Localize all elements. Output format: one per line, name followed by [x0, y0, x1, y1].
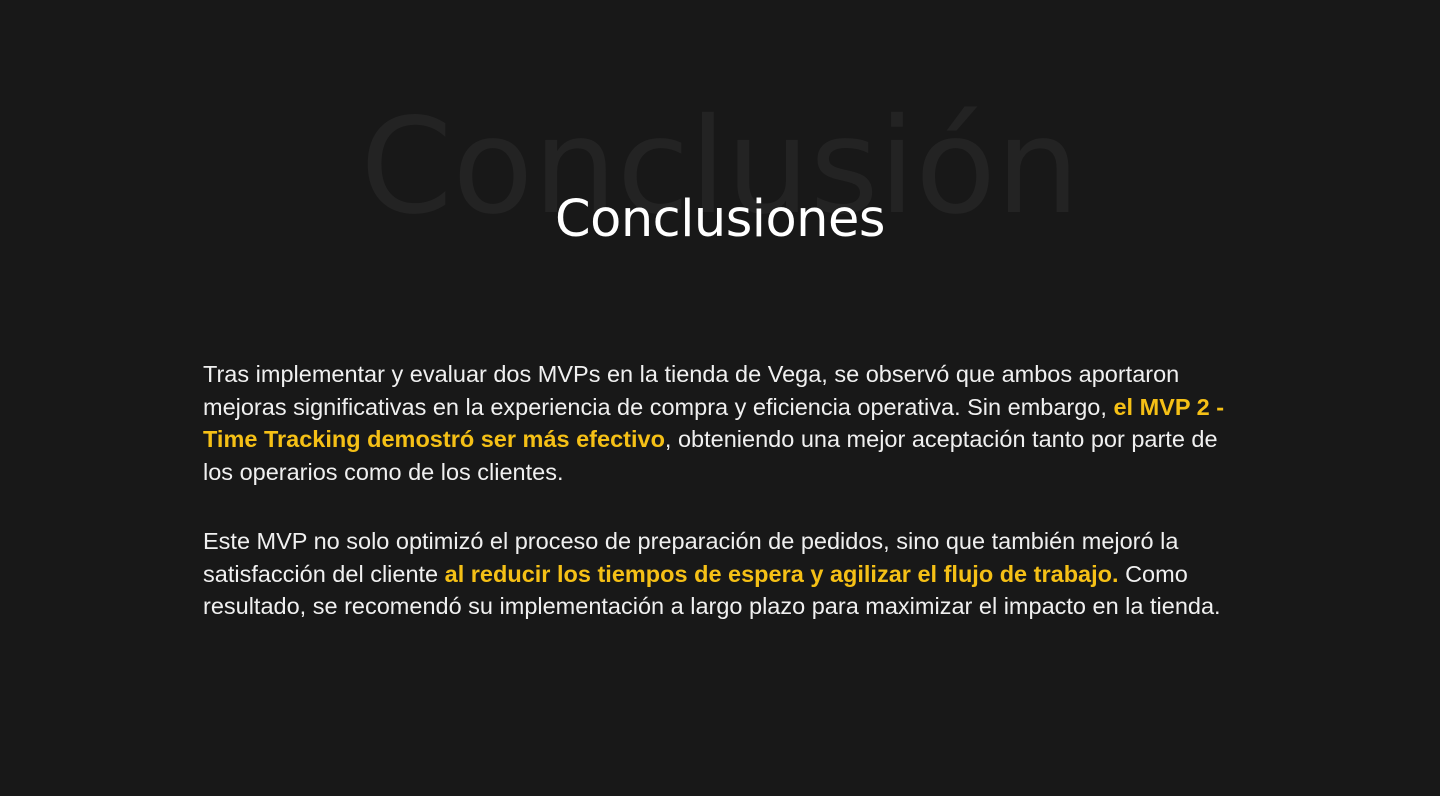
paragraph-1-text-before: Tras implementar y evaluar dos MVPs en l…	[203, 361, 1180, 420]
conclusion-paragraph-1: Tras implementar y evaluar dos MVPs en l…	[203, 358, 1239, 488]
paragraph-2-highlight: al reducir los tiempos de espera y agili…	[444, 560, 1119, 587]
section-title: Conclusiones	[555, 190, 885, 249]
conclusions-section: Conclusión Conclusiones Tras implementar…	[0, 0, 1440, 796]
conclusion-text-block: Tras implementar y evaluar dos MVPs en l…	[203, 358, 1239, 623]
conclusion-paragraph-2: Este MVP no solo optimizó el proceso de …	[203, 525, 1239, 623]
